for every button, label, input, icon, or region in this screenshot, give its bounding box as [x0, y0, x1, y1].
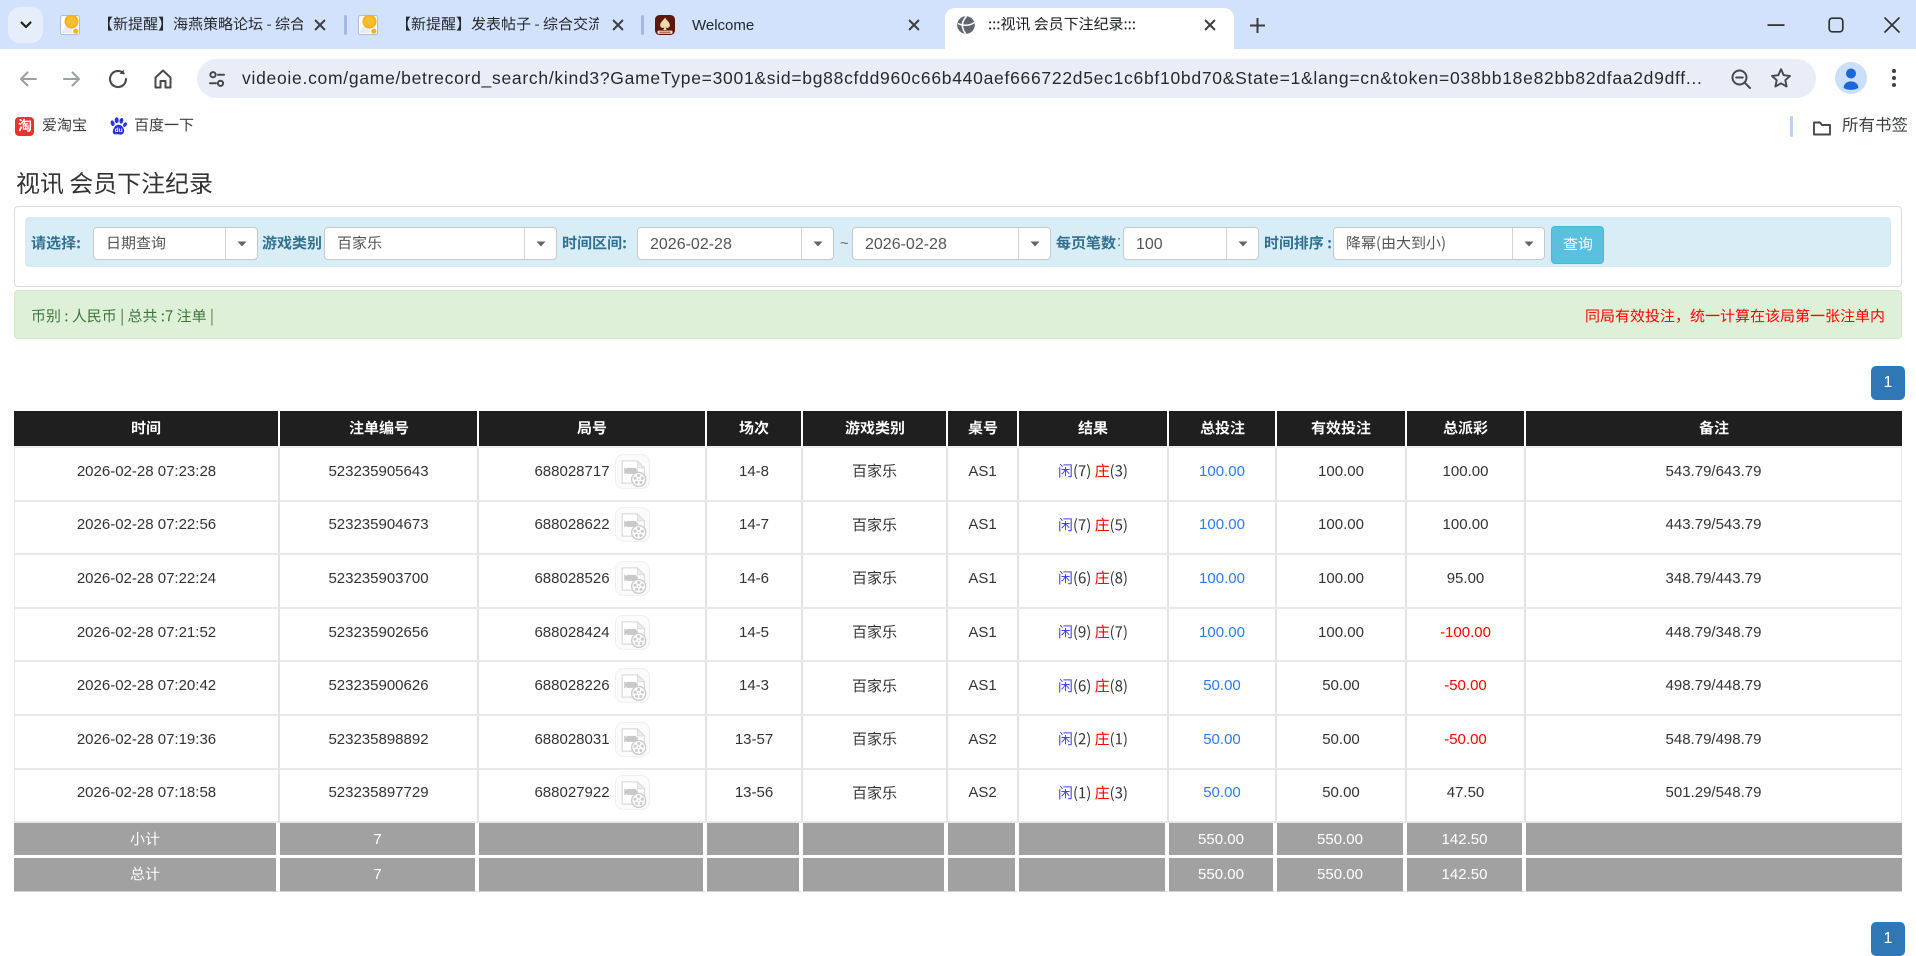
svg-text:du: du — [115, 127, 123, 134]
